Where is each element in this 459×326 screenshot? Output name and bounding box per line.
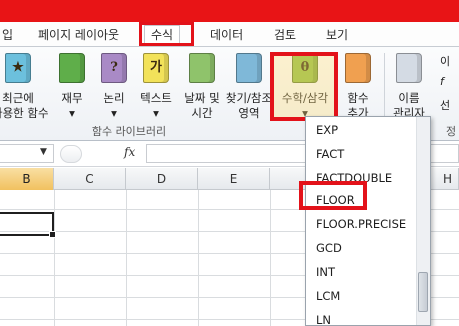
- list-item[interactable]: LN: [316, 313, 331, 325]
- list-item[interactable]: GCD: [316, 241, 342, 255]
- use-in-formula-label[interactable]: f: [440, 75, 444, 88]
- formula-bar-expand-button[interactable]: [60, 145, 82, 163]
- list-item[interactable]: FLOOR.PRECISE: [316, 217, 406, 231]
- function-library-group-label: 함수 라이브러리: [91, 125, 167, 138]
- list-item[interactable]: FACT: [316, 147, 344, 161]
- text-book-icon: 가: [143, 53, 169, 83]
- list-item[interactable]: EXP: [316, 123, 338, 137]
- column-header[interactable]: D: [126, 168, 198, 190]
- active-cell[interactable]: [0, 212, 56, 238]
- recent-label: 최근에: [2, 91, 34, 105]
- column-header[interactable]: C: [54, 168, 126, 190]
- math-trig-function-list[interactable]: EXP FACT FACTDOUBLE FLOOR FLOOR.PRECISE …: [305, 116, 431, 326]
- text-label: 텍스트: [140, 91, 172, 105]
- calendar-book-icon: [189, 53, 215, 83]
- column-header[interactable]: B: [0, 168, 54, 190]
- lookup-label-2: 영역: [238, 106, 260, 120]
- tab-data[interactable]: 데이터: [210, 26, 243, 44]
- datetime-label: 날짜 및: [184, 91, 220, 105]
- logical-label: 논리: [103, 91, 125, 105]
- more-label: 함수: [347, 91, 369, 105]
- financial-label: 재무: [61, 91, 83, 105]
- ribbon-tab-bar: 입 페이지 레이아웃 수식 데이터 검토 보기: [0, 22, 459, 46]
- tab-insert[interactable]: 입: [2, 26, 13, 44]
- logical-dropdown-icon: ▾: [111, 106, 117, 120]
- tab-review[interactable]: 검토: [274, 26, 296, 44]
- tab-page-layout[interactable]: 페이지 레이아웃: [38, 26, 119, 44]
- math-trig-highlight: [270, 52, 338, 121]
- magnifier-book-icon: [236, 53, 262, 83]
- list-item[interactable]: LCM: [316, 289, 340, 303]
- more-book-icon: [345, 53, 371, 83]
- title-bar: [0, 0, 459, 22]
- name-tag-icon: [396, 53, 422, 83]
- star-book-icon: ★: [5, 53, 31, 83]
- defined-names-group-label: 정: [446, 125, 457, 138]
- tab-view[interactable]: 보기: [326, 26, 348, 44]
- create-from-selection-label[interactable]: 선: [440, 97, 450, 113]
- names-label: 이름: [398, 91, 420, 105]
- question-book-icon: ?: [101, 53, 127, 83]
- datetime-label-2: 시간: [191, 106, 213, 120]
- list-item[interactable]: INT: [316, 265, 335, 279]
- financial-dropdown-icon: ▾: [69, 106, 75, 120]
- formulas-tab-highlight: [139, 22, 194, 46]
- lookup-label: 찾기/참조: [225, 91, 273, 105]
- coin-book-icon: [59, 53, 85, 83]
- recent-label-2: 사용한 함수: [0, 106, 49, 120]
- scrollbar-thumb[interactable]: [418, 272, 428, 312]
- define-name-label[interactable]: 이: [440, 53, 450, 69]
- column-header[interactable]: E: [198, 168, 270, 190]
- insert-function-icon[interactable]: fx: [124, 145, 135, 159]
- floor-item-highlight: [299, 181, 367, 210]
- name-box-dropdown-icon[interactable]: ▼: [40, 147, 47, 157]
- list-scrollbar[interactable]: [416, 117, 430, 325]
- text-dropdown-icon: ▾: [153, 106, 159, 120]
